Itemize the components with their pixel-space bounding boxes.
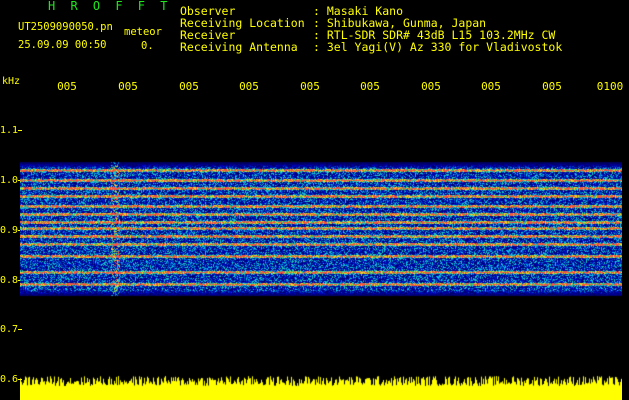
time-tick: 005 xyxy=(421,80,441,93)
antenna-label: Receiving Antenna xyxy=(180,40,298,54)
time-tick: 0100 xyxy=(596,80,624,93)
timestamp: 25.09.09 00:50 xyxy=(18,39,107,51)
count-value: 0. xyxy=(141,40,154,52)
file-name: UT2509090050.pn xyxy=(18,21,113,33)
time-tick: 005 xyxy=(542,80,562,93)
time-tick: 005 xyxy=(360,80,380,93)
time-tick: 005 xyxy=(300,80,320,93)
antenna-value: : 3el Yagi(V) Az 330 for Vladivostok xyxy=(313,40,563,54)
freq-tick: 0.9 xyxy=(0,225,19,236)
freq-tick: 1.1 xyxy=(0,125,19,136)
freq-tick: 0.8 xyxy=(0,275,19,286)
freq-tick: 1.0 xyxy=(0,175,19,186)
time-tick: 005 xyxy=(239,80,259,93)
time-tick: 005 xyxy=(481,80,501,93)
time-tick: 005 xyxy=(179,80,199,93)
spectrogram-waterfall xyxy=(20,96,622,400)
app-brand: H R O F F T xyxy=(48,0,172,13)
frequency-unit: kHz xyxy=(2,76,21,87)
freq-tick: 0.6 xyxy=(0,374,19,385)
time-tick: 005 xyxy=(57,80,77,93)
freq-tick: 0.7 xyxy=(0,324,19,335)
mode-label: meteor xyxy=(124,26,162,38)
time-tick: 005 xyxy=(118,80,138,93)
